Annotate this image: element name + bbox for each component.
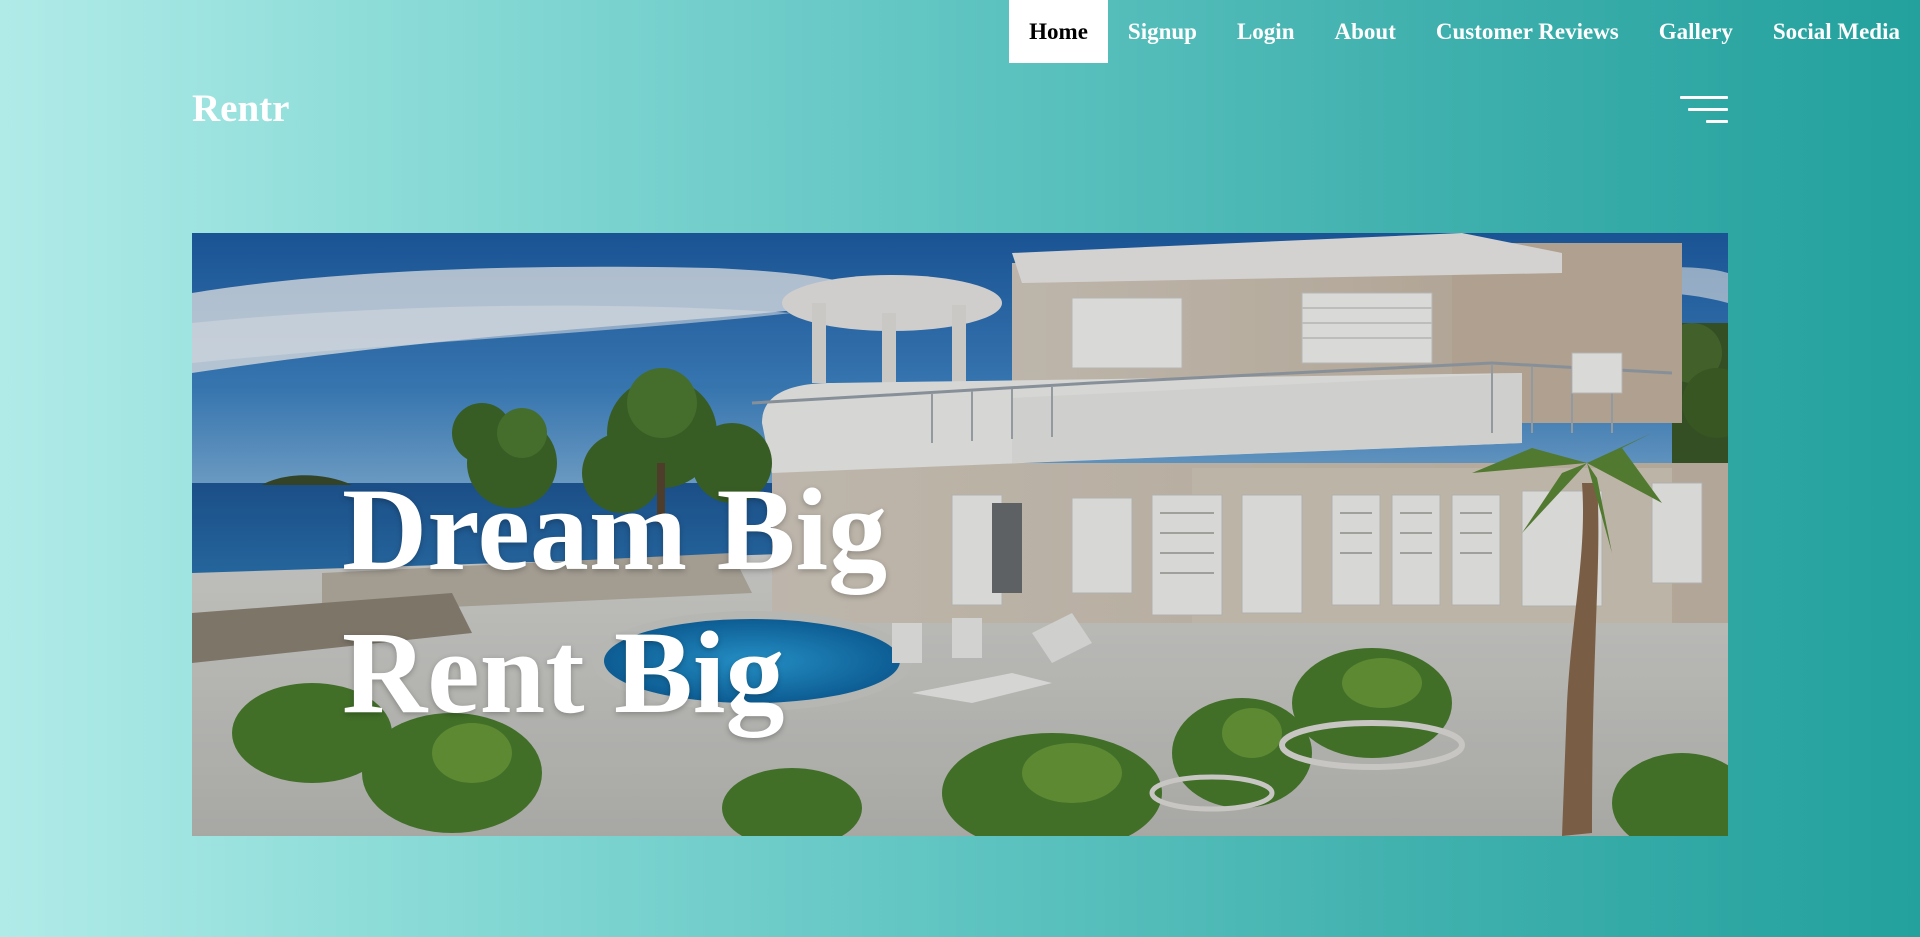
- nav-about[interactable]: About: [1315, 0, 1416, 63]
- hamburger-menu-icon[interactable]: [1680, 94, 1728, 126]
- nav-social-media[interactable]: Social Media: [1753, 0, 1920, 63]
- hero-headline-line-1: Dream Big: [342, 464, 888, 595]
- hero-headline-line-2: Rent Big: [342, 607, 785, 738]
- nav-gallery[interactable]: Gallery: [1639, 0, 1753, 63]
- nav-signup[interactable]: Signup: [1108, 0, 1217, 63]
- hero-banner: Dream Big Rent Big: [192, 233, 1728, 836]
- nav-customer-reviews[interactable]: Customer Reviews: [1416, 0, 1639, 63]
- top-navigation: Home Signup Login About Customer Reviews…: [1009, 0, 1920, 63]
- nav-home[interactable]: Home: [1009, 0, 1108, 63]
- nav-login[interactable]: Login: [1217, 0, 1315, 63]
- brand-logo[interactable]: Rentr: [192, 86, 289, 131]
- hero-headline: Dream Big Rent Big: [342, 458, 887, 744]
